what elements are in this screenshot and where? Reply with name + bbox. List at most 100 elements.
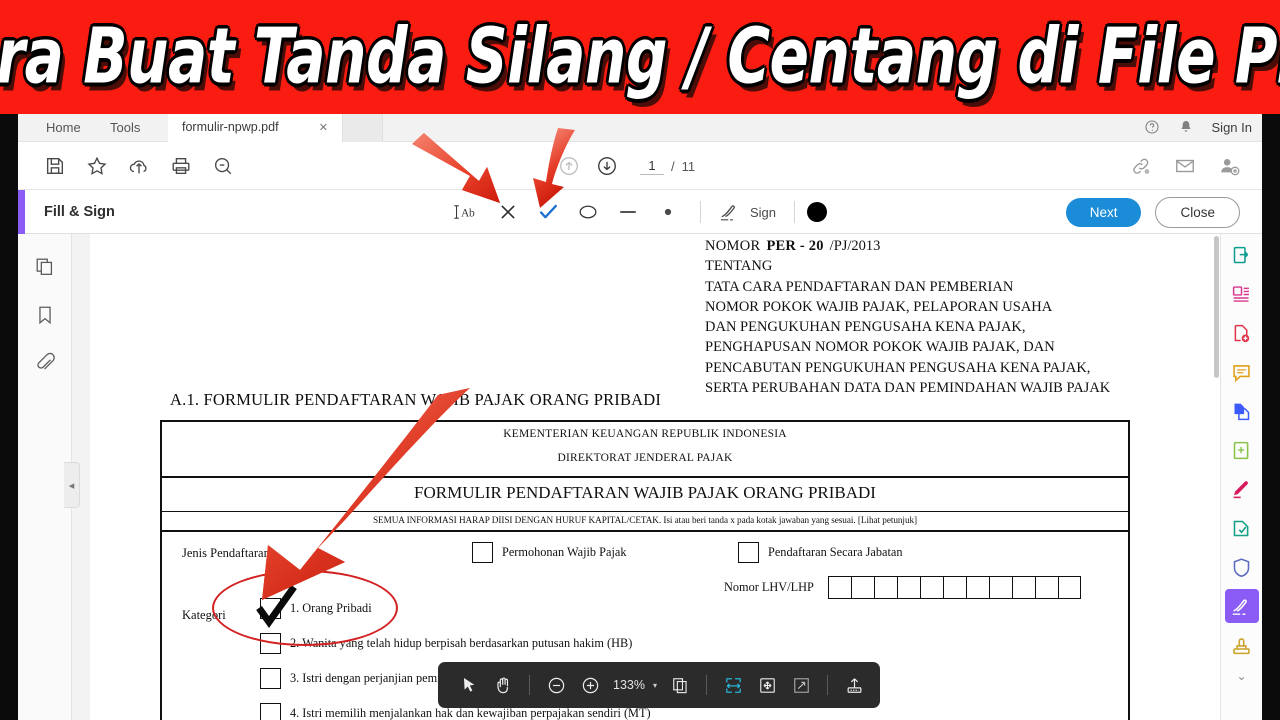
tab-tools[interactable]: Tools [96,112,154,142]
fit-width-button[interactable] [716,668,750,702]
zoom-in-button[interactable] [573,668,607,702]
chevron-down-icon: ▾ [652,680,657,690]
next-button[interactable]: Next [1065,197,1142,227]
checkbox-kategori-4[interactable] [260,703,281,720]
sign-in-label[interactable]: Sign In [1212,120,1252,135]
lhv-box[interactable] [850,576,874,599]
page-view-button[interactable] [663,668,697,702]
previous-page-icon[interactable] [558,155,580,177]
lhv-box[interactable] [1011,576,1035,599]
zoom-level-selector[interactable]: 133% ▾ [613,678,657,692]
page-number-input[interactable] [640,157,664,175]
right-rail-item-fill-and-sign[interactable] [1224,589,1259,623]
ministry-line-1: KEMENTERIAN KEUANGAN REPUBLIK INDONESIA [503,428,787,440]
right-rail-item-create-pdf[interactable] [1225,316,1259,350]
page-separator: / [671,158,675,174]
document-body: ◂ NOMOR PER - 20 /PJ/2013 TENTANG TATA C… [18,234,1262,720]
tab-strip-filler [343,112,383,142]
nomor-lhv-boxes[interactable] [827,576,1081,599]
right-rail-item-comment[interactable] [1225,355,1259,389]
kategori-option-2[interactable]: 2. Wanita yang telah hidup berpisah berd… [260,633,651,654]
document-scrollbar[interactable] [1214,236,1219,378]
option-permohonan-wajib-pajak[interactable]: Permohonan Wajib Pajak [472,542,626,563]
fill-and-sign-icon [1232,598,1247,615]
right-rail-item-edit-pdf[interactable] [1225,472,1259,506]
close-button[interactable]: Close [1155,196,1240,228]
bookmark-icon[interactable] [34,304,56,326]
page-thumbnails-icon[interactable] [34,256,56,278]
checkbox-kategori-3[interactable] [260,668,281,689]
lhv-box[interactable] [896,576,920,599]
share-link-icon[interactable] [1130,155,1152,177]
tab-strip-actions: Sign In [1144,112,1252,142]
check-tool[interactable] [528,190,568,234]
dot-tool[interactable] [648,190,688,234]
checkbox-permohonan[interactable] [472,542,493,563]
lhv-box[interactable] [827,576,851,599]
kategori-option-1[interactable]: 1. Orang Pribadi [260,598,651,619]
nomor-suffix: /PJ/2013 [829,238,881,254]
add-person-icon[interactable] [1218,155,1240,177]
upload-cloud-icon[interactable] [128,155,150,177]
select-cursor-button[interactable] [452,668,486,702]
print-icon[interactable] [170,155,192,177]
zoom-out-button[interactable] [539,668,573,702]
line-tool[interactable] [608,190,648,234]
select-cursor-icon [463,677,474,692]
text-tool[interactable]: Ab [448,190,488,234]
sidebar-collapse-handle[interactable]: ◂ [64,462,80,508]
lhv-box[interactable] [942,576,966,599]
tab-close-icon[interactable]: ✕ [319,121,328,134]
notification-bell-icon[interactable] [1178,119,1194,135]
checkbox-kategori-2[interactable] [260,633,281,654]
cross-tool[interactable] [488,190,528,234]
tab-document-label: formulir-npwp.pdf [182,120,279,134]
hand-tool-button[interactable] [486,668,520,702]
save-icon[interactable] [44,155,66,177]
right-rail-item-combine-files[interactable] [1225,394,1259,428]
header-line: TENTANG [705,258,773,275]
star-icon[interactable] [86,155,108,177]
tab-document[interactable]: formulir-npwp.pdf ✕ [168,112,343,142]
lhv-box[interactable] [1057,576,1081,599]
search-icon[interactable] [212,155,234,177]
lhv-box[interactable] [965,576,989,599]
attachment-icon[interactable] [34,352,56,374]
circle-tool[interactable] [568,190,608,234]
fullscreen-button[interactable] [784,668,818,702]
checkbox-jabatan[interactable] [738,542,759,563]
hand-tool-icon [496,677,508,693]
comment-icon [1233,364,1250,382]
right-rail-expand-chevron-icon[interactable]: ⌄ [1236,669,1246,683]
lhv-box[interactable] [1034,576,1058,599]
tab-home[interactable]: Home [32,112,95,142]
share-export-button[interactable] [837,668,871,702]
option-permohonan-label: Permohonan Wajib Pajak [502,545,627,559]
checkbox-kategori-1[interactable] [260,598,281,619]
lhv-box[interactable] [919,576,943,599]
color-swatch[interactable] [807,202,828,222]
float-separator-1 [529,675,530,695]
next-page-icon[interactable] [596,155,618,177]
right-rail-item-stamp[interactable] [1225,628,1259,662]
header-line: PENGHAPUSAN NOMOR POKOK WAJIB PAJAK, DAN [705,339,1055,356]
right-rail-item-shield[interactable] [1225,550,1259,584]
lhv-box[interactable] [988,576,1012,599]
circle-tool-icon [579,205,597,219]
option-pendaftaran-secara-jabatan[interactable]: Pendaftaran Secara Jabatan [738,542,903,563]
email-icon[interactable] [1174,155,1196,177]
scroll-mode-icon [759,677,775,693]
lhv-box[interactable] [873,576,897,599]
right-rail-item-compress-pdf[interactable] [1225,433,1259,467]
scroll-mode-button[interactable] [750,668,784,702]
option-jabatan-label: Pendaftaran Secara Jabatan [768,545,903,559]
form-instruction: SEMUA INFORMASI HARAP DIISI DENGAN HURUF… [372,515,918,525]
nomor-lhv-label: Nomor LHV/LHP [724,580,814,594]
help-icon[interactable] [1144,119,1160,135]
header-line: DAN PENGUKUHAN PENGUSAHA KENA PAJAK, [705,319,1026,336]
right-rail-item-export-pdf[interactable] [1225,238,1259,272]
sign-button[interactable]: Sign [713,201,782,223]
right-rail-item-organize-pages[interactable] [1225,277,1259,311]
kategori-option-1-label: 1. Orang Pribadi [290,601,372,615]
right-rail-item-protect[interactable] [1225,511,1259,545]
